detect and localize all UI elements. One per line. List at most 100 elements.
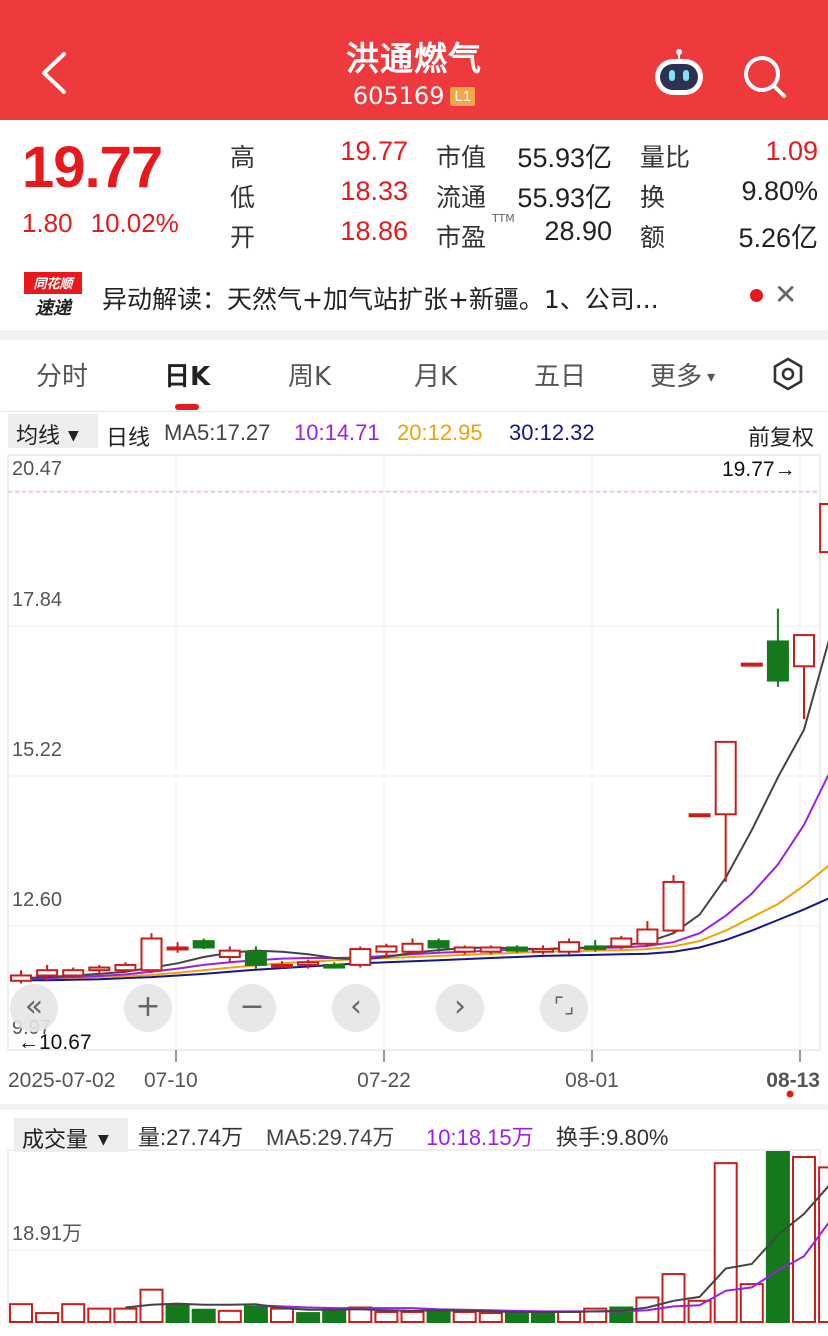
- candle-body: [375, 945, 398, 953]
- volume-bar: [322, 1308, 347, 1323]
- volume-bar: [661, 1273, 686, 1323]
- candle-body: [505, 946, 528, 952]
- active-tab-indicator: [175, 404, 199, 410]
- fullscreen-icon[interactable]: ⌜⌟: [540, 984, 588, 1032]
- stock-code: 605169: [352, 82, 445, 110]
- candle-body: [662, 880, 685, 932]
- settings-hexagon-icon[interactable]: [770, 356, 806, 392]
- stat-value: 18.33: [340, 176, 408, 206]
- y-tick-label: 20.47: [12, 458, 62, 480]
- stat-label: 开: [230, 223, 256, 252]
- stat-label: 额: [640, 223, 666, 252]
- price-change: 1.80 10.02%: [22, 208, 179, 239]
- tab-more[interactable]: 更多 ▾: [650, 356, 715, 393]
- x-tick-label: 07-10: [144, 1069, 198, 1092]
- y-tick-label: 12.60: [12, 889, 62, 911]
- tab-daily-k[interactable]: 日K: [164, 356, 210, 393]
- volume-bar: [739, 1283, 764, 1324]
- candle-body: [10, 974, 32, 982]
- x-tick-label: 08-13: [766, 1069, 820, 1092]
- x-tick-label: 08-01: [565, 1069, 619, 1092]
- volume-bar: [426, 1308, 451, 1323]
- scroll-right-icon[interactable]: ›: [436, 984, 484, 1032]
- volume-bar: [504, 1310, 529, 1323]
- section-divider: [0, 330, 828, 340]
- unread-dot: [750, 289, 763, 302]
- panel-separator: [0, 1104, 828, 1110]
- stat-label: 高: [230, 143, 256, 172]
- candle-body: [297, 961, 320, 966]
- volume-bar: [165, 1304, 190, 1323]
- candle-body: [714, 740, 737, 816]
- news-text[interactable]: 异动解读：天然气+加气站扩张+新疆。1、公司...: [102, 280, 732, 316]
- stat-label: 市值: [436, 143, 487, 172]
- volume-bar: [191, 1308, 216, 1323]
- candle-body: [766, 640, 789, 682]
- candle-body: [740, 662, 763, 667]
- stat-label: 流通: [436, 183, 487, 212]
- close-icon[interactable]: ✕: [774, 278, 797, 311]
- volume-bar: [296, 1312, 321, 1323]
- stat-label: 量比: [640, 143, 691, 172]
- volume-bar: [217, 1309, 242, 1323]
- adjust-mode[interactable]: 前复权: [748, 420, 814, 452]
- candle-body: [271, 963, 293, 968]
- stat-value: 9.80%: [741, 176, 818, 206]
- volume-y-tick: 18.91万: [12, 1223, 82, 1245]
- tab-monthly-k[interactable]: 月K: [414, 356, 457, 393]
- stat-label: 换: [640, 183, 666, 212]
- search-icon[interactable]: [740, 52, 788, 100]
- ma5-value: MA5:17.27: [164, 420, 271, 445]
- robot-assistant-icon[interactable]: [652, 48, 706, 98]
- volume-bar: [9, 1303, 33, 1324]
- candle-body: [532, 948, 554, 953]
- y-tick-label: 15.22: [12, 739, 62, 761]
- ths-express-logo-icon: 同花顺 速递: [24, 272, 82, 320]
- stat-value: 19.77: [340, 136, 408, 166]
- stat-label: 市盈: [436, 223, 487, 252]
- candle-body: [349, 948, 372, 966]
- candle-body: [88, 966, 111, 972]
- candle-body: [427, 940, 450, 949]
- level-badge: L1: [450, 87, 476, 106]
- volume-bar: [557, 1310, 582, 1323]
- volume-bar: [35, 1312, 60, 1323]
- volume-bar: [713, 1162, 738, 1324]
- tab-intraday[interactable]: 分时: [36, 356, 88, 393]
- logo-top-text: 同花顺: [33, 276, 75, 292]
- tab-more-label: 更多: [650, 362, 703, 392]
- volume-bar: [687, 1299, 712, 1324]
- change-percent: 10.02%: [90, 208, 179, 238]
- volume-bar: [792, 1156, 816, 1323]
- logo-bottom-text: 速递: [35, 298, 73, 319]
- volume-bar: [765, 1151, 790, 1323]
- volume-bar: [400, 1310, 425, 1323]
- ma-selector[interactable]: 均线 ▼: [8, 414, 98, 449]
- zoom-in-icon[interactable]: +: [124, 984, 172, 1032]
- candle-body: [453, 946, 476, 953]
- candle-body: [166, 946, 189, 951]
- candle-body: [401, 942, 424, 953]
- candle-body: [479, 946, 502, 953]
- x-tick-label: 2025-07-02: [8, 1069, 115, 1092]
- scroll-left-icon[interactable]: ‹: [332, 984, 380, 1032]
- stat-value: 55.93亿: [517, 143, 612, 173]
- volume-indicator-selector[interactable]: 成交量 ▼: [14, 1118, 128, 1153]
- ma30-value: 30:12.32: [509, 420, 595, 445]
- candle-body: [36, 969, 59, 977]
- candle-body: [192, 940, 215, 949]
- app-header: 洪通燃气 605169 L1: [0, 0, 828, 120]
- ma20-value: 20:12.95: [397, 420, 483, 445]
- tab-five-day[interactable]: 五日: [534, 356, 586, 393]
- candle-body: [218, 949, 241, 958]
- tab-weekly-k[interactable]: 周K: [288, 356, 331, 393]
- candle-body: [636, 928, 659, 945]
- zoom-out-far-icon[interactable]: «: [10, 984, 58, 1032]
- kline-chart[interactable]: 20.4717.8415.2212.609.9719.77→←10.672025…: [0, 450, 828, 1336]
- zoom-out-icon[interactable]: −: [228, 984, 276, 1032]
- last-price: 19.77: [22, 135, 163, 200]
- high-price-marker: 19.77→: [722, 458, 796, 481]
- stat-value: 5.26亿: [738, 223, 818, 253]
- candle-body: [323, 963, 346, 969]
- volume-bar: [87, 1307, 112, 1323]
